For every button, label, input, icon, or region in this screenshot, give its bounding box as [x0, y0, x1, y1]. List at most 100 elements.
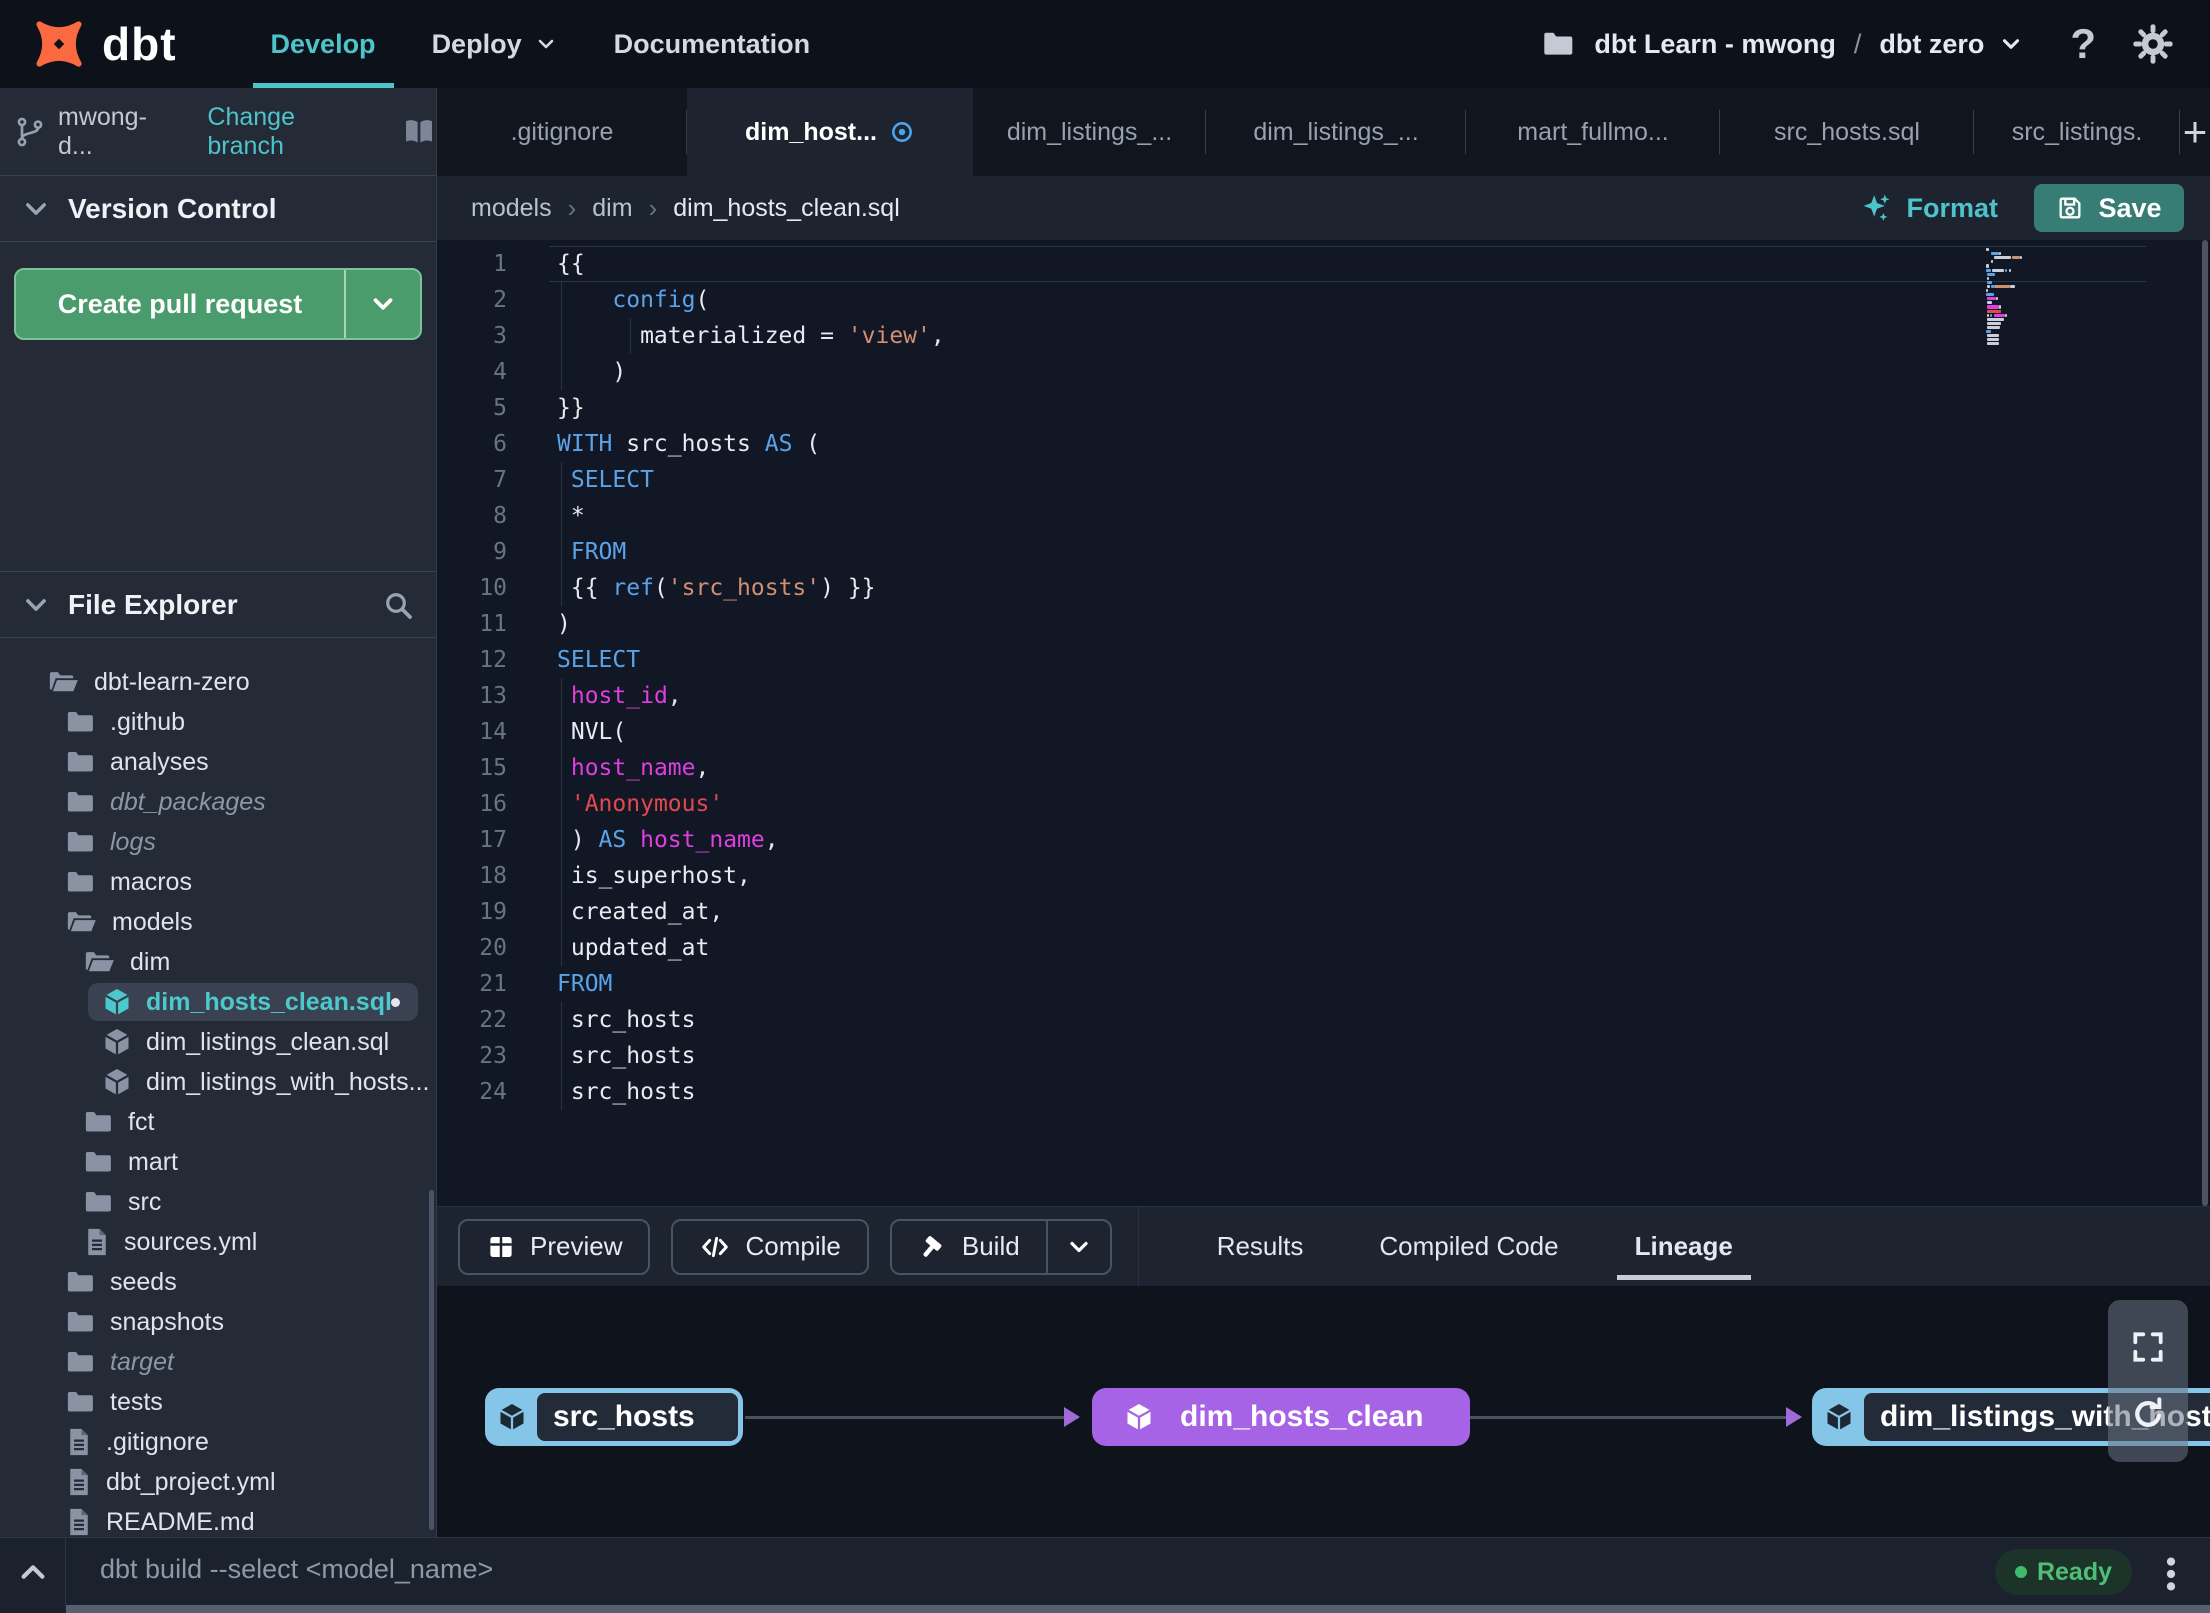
environment-name: dbt zero: [1879, 28, 1985, 59]
branch-bar: mwong-d... Change branch: [0, 88, 437, 176]
save-button[interactable]: Save: [2034, 184, 2184, 232]
expand-command-bar-button[interactable]: [0, 1538, 66, 1606]
line-number: 20: [479, 935, 507, 961]
folder-icon: [66, 829, 96, 855]
file-tree-item-logs[interactable]: logs: [0, 822, 436, 862]
breadcrumb-file[interactable]: dim_hosts_clean.sql: [673, 194, 900, 223]
code-brackets-icon: [702, 1236, 729, 1257]
breadcrumb-models[interactable]: models: [471, 194, 552, 223]
line-number: 3: [493, 323, 507, 349]
file-tree-item-readme-md[interactable]: README.md: [0, 1502, 436, 1537]
file-tree-item-mart[interactable]: mart: [0, 1142, 436, 1182]
nav-develop[interactable]: Develop: [243, 0, 404, 88]
fullscreen-icon[interactable]: [2129, 1328, 2167, 1366]
code-lines: {{ config( materialized = 'view', )}} WIT…: [557, 246, 945, 1110]
code-line: {{: [557, 251, 585, 277]
code-line: src_hosts: [557, 1007, 696, 1033]
dbt-logo[interactable]: dbt: [30, 15, 177, 73]
lineage-node-src_hosts[interactable]: src_hosts: [485, 1388, 743, 1446]
model-icon: [102, 1027, 132, 1057]
indent-guide: [561, 678, 562, 966]
file-tree-item-dim[interactable]: dim: [0, 942, 436, 982]
file-tree-item-dbt-learn-zero[interactable]: dbt-learn-zero: [0, 662, 436, 702]
line-numbers: 1 2 3 4 5 6 7 8 9 10 11 12 13 14 15 16 17 18 19 20 21 22 23 24: [437, 246, 507, 1110]
build-dropdown-caret[interactable]: [1045, 1220, 1110, 1273]
tab-mart-fullmo-[interactable]: mart_fullmo...: [1466, 88, 1720, 176]
file-tree-item-snapshots[interactable]: snapshots: [0, 1302, 436, 1342]
tab--gitignore[interactable]: .gitignore: [437, 88, 687, 176]
project-breadcrumb[interactable]: dbt Learn - mwong / dbt zero: [1594, 29, 2024, 60]
file-tree-item-target[interactable]: target: [0, 1342, 436, 1382]
code-line: 'Anonymous': [570, 791, 724, 817]
file-tree-item-dbt-packages[interactable]: dbt_packages: [0, 782, 436, 822]
chevron-down-icon: [26, 598, 46, 611]
tab-dim-listings-[interactable]: dim_listings_...: [1206, 88, 1466, 176]
settings-gear-icon[interactable]: [2132, 23, 2174, 65]
file-tree-item-macros[interactable]: macros: [0, 862, 436, 902]
line-number: 10: [479, 575, 507, 601]
line-number: 19: [479, 899, 507, 925]
file-tree-item-seeds[interactable]: seeds: [0, 1262, 436, 1302]
preview-button[interactable]: Preview: [458, 1218, 651, 1275]
lineage-node-dim_hosts_clean[interactable]: dim_hosts_clean: [1092, 1388, 1470, 1446]
pr-dropdown-caret[interactable]: [344, 270, 420, 338]
file-tree-item--gitignore[interactable]: .gitignore: [0, 1422, 436, 1462]
compile-button[interactable]: Compile: [671, 1218, 869, 1275]
file-icon: [84, 1227, 110, 1257]
nav-deploy[interactable]: Deploy: [404, 0, 586, 88]
file-explorer-header[interactable]: File Explorer: [0, 572, 436, 638]
tab-lineage[interactable]: Lineage: [1597, 1207, 1771, 1287]
file-tree-item-fct[interactable]: fct: [0, 1102, 436, 1142]
docs-book-icon[interactable]: [402, 117, 436, 147]
file-tree-item-src[interactable]: src: [0, 1182, 436, 1222]
file-tree-item-dbt-project-yml[interactable]: dbt_project.yml: [0, 1462, 436, 1502]
status-badge: Ready: [1994, 1549, 2132, 1595]
version-control-header[interactable]: Version Control: [0, 176, 436, 242]
file-tree-item-tests[interactable]: tests: [0, 1382, 436, 1422]
line-number: 11: [479, 611, 507, 637]
file-tree-item-analyses[interactable]: analyses: [0, 742, 436, 782]
command-input[interactable]: dbt build --select <model_name>: [100, 1554, 493, 1585]
primary-nav: Develop Deploy Documentation: [243, 0, 839, 88]
indent-guide: [561, 1002, 562, 1110]
breadcrumb-dim[interactable]: dim: [592, 194, 632, 223]
refresh-icon[interactable]: [2128, 1394, 2168, 1434]
file-tree-item-sources-yml[interactable]: sources.yml: [0, 1222, 436, 1262]
new-tab-button[interactable]: +: [2180, 88, 2210, 176]
file-tree-item--github[interactable]: .github: [0, 702, 436, 742]
tab-results[interactable]: Results: [1179, 1207, 1342, 1287]
tab-dim-listings-[interactable]: dim_listings_...: [973, 88, 1206, 176]
modified-dot-icon: [889, 119, 915, 145]
create-pull-request-button[interactable]: Create pull request: [14, 268, 422, 340]
change-branch-link[interactable]: Change branch: [207, 103, 378, 161]
lineage-canvas[interactable]: src_hosts dim_hosts_clean dim_listings_wit…: [437, 1286, 2210, 1537]
file-tree-item-dim-hosts-clean-sql[interactable]: dim_hosts_clean.sql: [0, 982, 436, 1022]
file-tree-item-dim-listings-clean-sql[interactable]: dim_listings_clean.sql: [0, 1022, 436, 1062]
kebab-menu-icon[interactable]: [2156, 1552, 2186, 1596]
horizontal-scrollbar[interactable]: [66, 1605, 2210, 1613]
build-button[interactable]: Build: [892, 1221, 1046, 1273]
tab-src-hosts-sql[interactable]: src_hosts.sql: [1720, 88, 1974, 176]
editor-scrollbar[interactable]: [2202, 240, 2208, 1206]
line-number: 6: [493, 431, 507, 457]
tab-strip: .gitignore dim_host... dim_listings_... dim…: [437, 88, 2210, 176]
breadcrumb-separator: ›: [648, 192, 658, 223]
help-icon[interactable]: ?: [2070, 20, 2096, 68]
sidebar-scrollbar[interactable]: [429, 1190, 434, 1530]
nav-documentation[interactable]: Documentation: [586, 0, 839, 88]
code-editor[interactable]: 1 2 3 4 5 6 7 8 9 10 11 12 13 14 15 16 17 18 19 20 21 22 23 24 …: [437, 240, 2210, 1206]
format-button[interactable]: Format: [1860, 191, 1998, 225]
tab-compiled-code[interactable]: Compiled Code: [1341, 1207, 1596, 1287]
tab-src-listings-[interactable]: src_listings.: [1974, 88, 2180, 176]
search-icon[interactable]: [382, 589, 414, 621]
file-tree-item-dim-listings-with-hosts-[interactable]: dim_listings_with_hosts...: [0, 1062, 436, 1102]
line-number: 12: [479, 647, 507, 673]
file-tree-item-models[interactable]: models: [0, 902, 436, 942]
indent-guide: [561, 282, 562, 390]
tab-dim-host-[interactable]: dim_host...: [687, 88, 973, 176]
line-number: 23: [479, 1043, 507, 1069]
indent-guide: [561, 462, 562, 606]
line-number: 14: [479, 719, 507, 745]
bottom-panel-toolbar: Preview Compile Build Results Compiled C…: [437, 1206, 2210, 1287]
project-folder-icon: [1544, 32, 1573, 55]
